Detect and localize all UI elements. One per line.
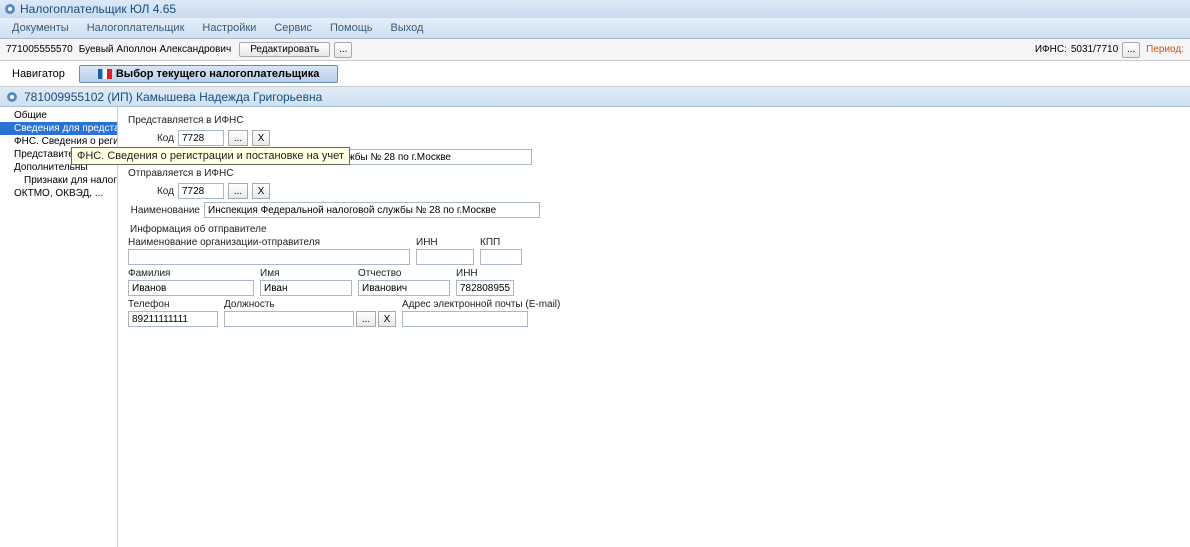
taxpayer-subtitle: 781009955102 (ИП) Камышева Надежда Григо… xyxy=(0,87,1190,107)
lastname-input[interactable] xyxy=(128,280,254,296)
kod1-clear-button[interactable]: X xyxy=(252,130,270,146)
kod2-browse-button[interactable]: ... xyxy=(228,183,248,199)
select-taxpayer-label: Выбор текущего налогоплательщика xyxy=(116,68,320,80)
subtitle-icon xyxy=(6,91,18,103)
menubar: Документы Налогоплательщик Настройки Сер… xyxy=(0,18,1190,39)
flag-icon xyxy=(98,69,112,79)
subtitle-text: 781009955102 (ИП) Камышева Надежда Григо… xyxy=(24,90,322,104)
phone-label: Телефон xyxy=(128,299,218,310)
naim2-label: Наименование xyxy=(128,205,200,216)
section-presented-title: Представляется в ИФНС xyxy=(128,115,1180,126)
nav-tree: Общие Сведения для представления ФНС. Св… xyxy=(0,107,118,547)
toolbar: Навигатор Выбор текущего налогоплательщи… xyxy=(0,61,1190,87)
infobar-name: Буевый Аполлон Александрович xyxy=(79,44,231,55)
kod2-clear-button[interactable]: X xyxy=(252,183,270,199)
window-titlebar: Налогоплательщик ЮЛ 4.65 xyxy=(0,0,1190,18)
kod1-label: Код xyxy=(128,133,174,144)
infobar-inn: 771005555570 xyxy=(6,44,73,55)
middlename-label: Отчество xyxy=(358,268,450,279)
position-clear-button[interactable]: X xyxy=(378,311,396,327)
navigator-label: Навигатор xyxy=(6,66,71,82)
kod1-browse-button[interactable]: ... xyxy=(228,130,248,146)
tree-item-tax-flags[interactable]: Признаки для налоговой о xyxy=(0,174,117,187)
ifns-label: ИФНС: xyxy=(1035,44,1067,55)
middlename-input[interactable] xyxy=(358,280,450,296)
section-sent-title: Отправляется в ИФНС xyxy=(128,168,1180,179)
naim1-input[interactable] xyxy=(328,149,532,165)
kpp1-input[interactable] xyxy=(480,249,522,265)
email-input[interactable] xyxy=(402,311,528,327)
lastname-label: Фамилия xyxy=(128,268,254,279)
content-area: Общие Сведения для представления ФНС. Св… xyxy=(0,107,1190,547)
menu-settings[interactable]: Настройки xyxy=(194,20,264,36)
select-taxpayer-button[interactable]: Выбор текущего налогоплательщика xyxy=(79,65,339,83)
org-name-input[interactable] xyxy=(128,249,410,265)
infobar: 771005555570 Буевый Аполлон Александрови… xyxy=(0,39,1190,61)
naim2-input[interactable] xyxy=(204,202,540,218)
position-browse-button[interactable]: ... xyxy=(356,311,376,327)
tree-tooltip: ФНС. Сведения о регистрации и постановке… xyxy=(71,147,350,165)
tree-item-oktmo[interactable]: ОКТМО, ОКВЭД, ... xyxy=(0,187,117,200)
inn1-input[interactable] xyxy=(416,249,474,265)
menu-help[interactable]: Помощь xyxy=(322,20,381,36)
app-icon xyxy=(4,3,16,15)
firstname-label: Имя xyxy=(260,268,352,279)
form-panel: ФНС. Сведения о регистрации и постановке… xyxy=(118,107,1190,547)
menu-service[interactable]: Сервис xyxy=(266,20,320,36)
phone-input[interactable] xyxy=(128,311,218,327)
firstname-input[interactable] xyxy=(260,280,352,296)
tree-item-general[interactable]: Общие xyxy=(0,109,117,122)
tree-item-submission[interactable]: Сведения для представления xyxy=(0,122,117,135)
position-input[interactable] xyxy=(224,311,354,327)
edit-button[interactable]: Редактировать xyxy=(239,42,330,57)
inn1-label: ИНН xyxy=(416,237,474,248)
inn2-input[interactable] xyxy=(456,280,514,296)
sender-info-title: Информация об отправителе xyxy=(130,224,1180,235)
kod2-label: Код xyxy=(128,186,174,197)
ifns-dots-button[interactable]: ... xyxy=(1122,42,1140,58)
ifns-value: 5031/7710 xyxy=(1071,44,1118,55)
kod1-input[interactable] xyxy=(178,130,224,146)
inn2-label: ИНН xyxy=(456,268,514,279)
kpp1-label: КПП xyxy=(480,237,522,248)
menu-exit[interactable]: Выход xyxy=(383,20,432,36)
menu-taxpayer[interactable]: Налогоплательщик xyxy=(79,20,193,36)
position-label: Должность xyxy=(224,299,396,310)
period-label: Период: xyxy=(1146,44,1184,55)
menu-documents[interactable]: Документы xyxy=(4,20,77,36)
email-label: Адрес электронной почты (E-mail) xyxy=(402,299,560,310)
kod2-input[interactable] xyxy=(178,183,224,199)
infobar-dots-button[interactable]: ... xyxy=(334,42,352,58)
org-name-label: Наименование организации-отправителя xyxy=(128,237,410,248)
window-title: Налогоплательщик ЮЛ 4.65 xyxy=(20,2,176,16)
